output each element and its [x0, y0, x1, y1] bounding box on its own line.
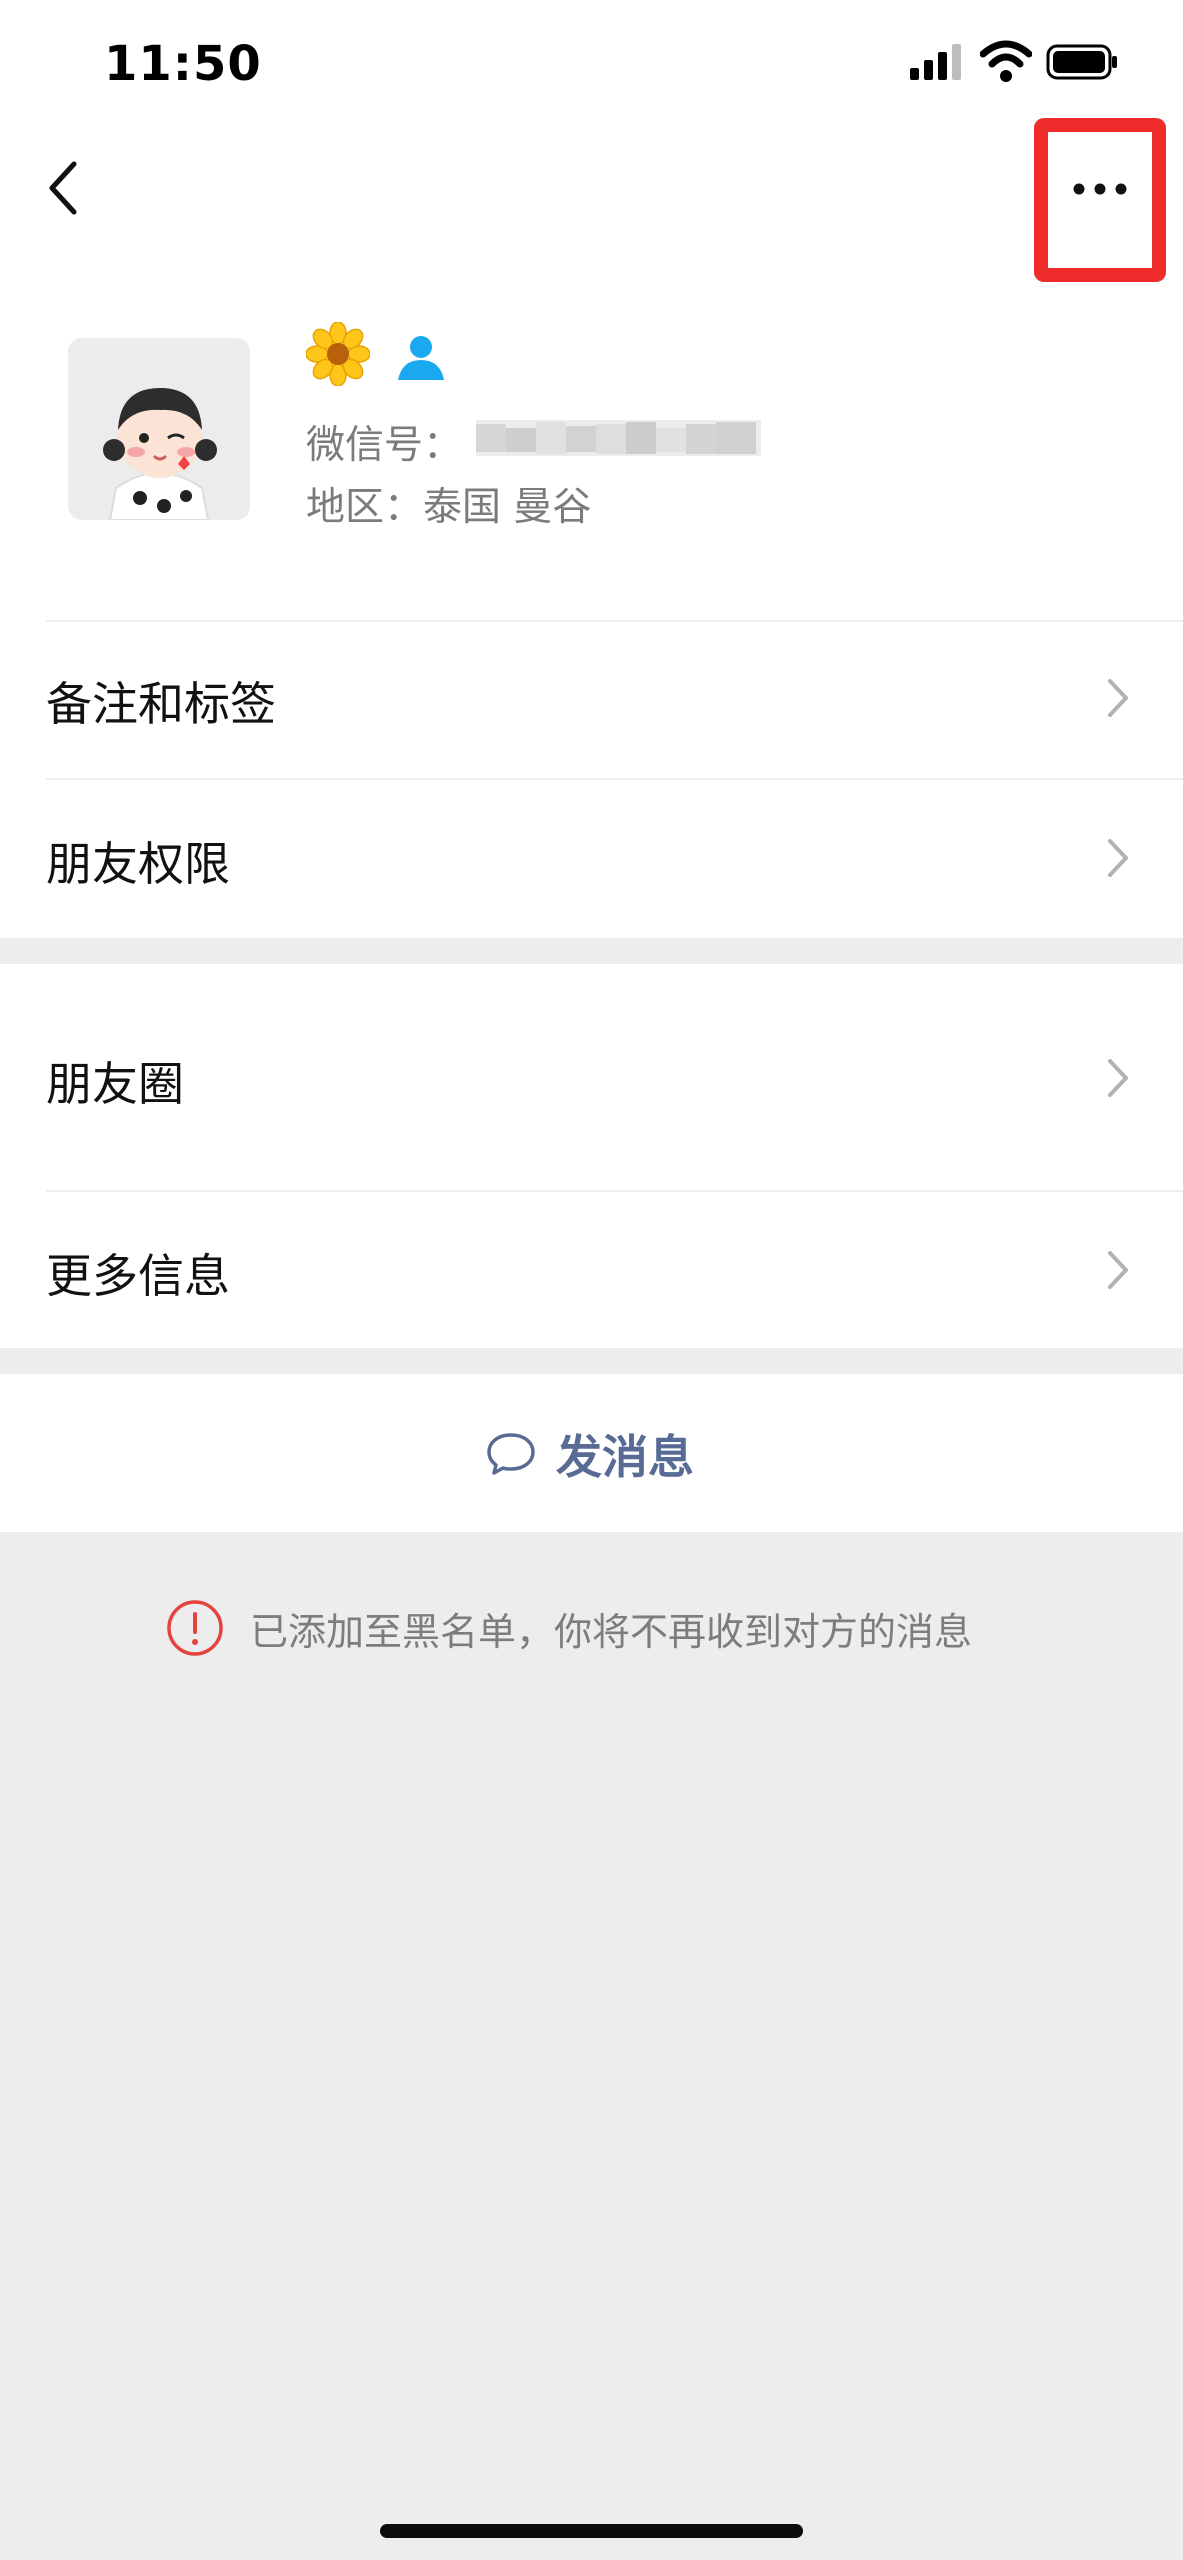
row-friend-permissions[interactable]: 朋友权限 [0, 778, 1183, 938]
send-message-button[interactable]: 发消息 [0, 1374, 1183, 1532]
wechat-id-redacted [476, 420, 761, 456]
chevron-right-icon [1108, 839, 1128, 877]
row-label: 朋友圈 [46, 1057, 184, 1111]
more-options-button[interactable] [1034, 118, 1166, 282]
warning-circle-icon [167, 1600, 223, 1656]
avatar[interactable] [68, 338, 250, 520]
avatar-illustration [68, 338, 250, 520]
region-text: 地区：泰国 曼谷 [306, 485, 592, 530]
row-label: 更多信息 [46, 1249, 230, 1303]
sunflower-emoji-icon [306, 322, 370, 386]
row-label: 朋友权限 [46, 837, 230, 891]
divider [46, 1190, 1183, 1192]
battery-icon [1046, 44, 1117, 80]
send-message-label: 发消息 [556, 1430, 694, 1484]
status-time: 11:50 [104, 36, 262, 92]
row-moments[interactable]: 朋友圈 [0, 964, 1183, 1190]
row-more-info[interactable]: 更多信息 [0, 1190, 1183, 1348]
divider [46, 778, 1183, 780]
chat-bubble-icon [487, 1433, 535, 1475]
chevron-right-icon [1108, 679, 1128, 717]
cellular-signal-icon [910, 44, 961, 80]
home-indicator[interactable] [380, 2524, 803, 2538]
chevron-right-icon [1108, 1059, 1128, 1097]
back-icon[interactable] [44, 158, 84, 218]
wechat-id-label: 微信号： [306, 423, 463, 468]
blacklist-notice-text: 已添加至黑名单，你将不再收到对方的消息 [250, 1609, 973, 1654]
person-gender-icon [398, 336, 444, 380]
row-label: 备注和标签 [46, 677, 276, 731]
chevron-right-icon [1108, 1251, 1128, 1289]
wifi-icon [980, 40, 1032, 82]
row-remarks-tags[interactable]: 备注和标签 [0, 620, 1183, 778]
blacklist-notice: 已添加至黑名单，你将不再收到对方的消息 [166, 1598, 972, 1658]
more-dots-icon [1073, 183, 1127, 195]
divider [46, 620, 1183, 622]
